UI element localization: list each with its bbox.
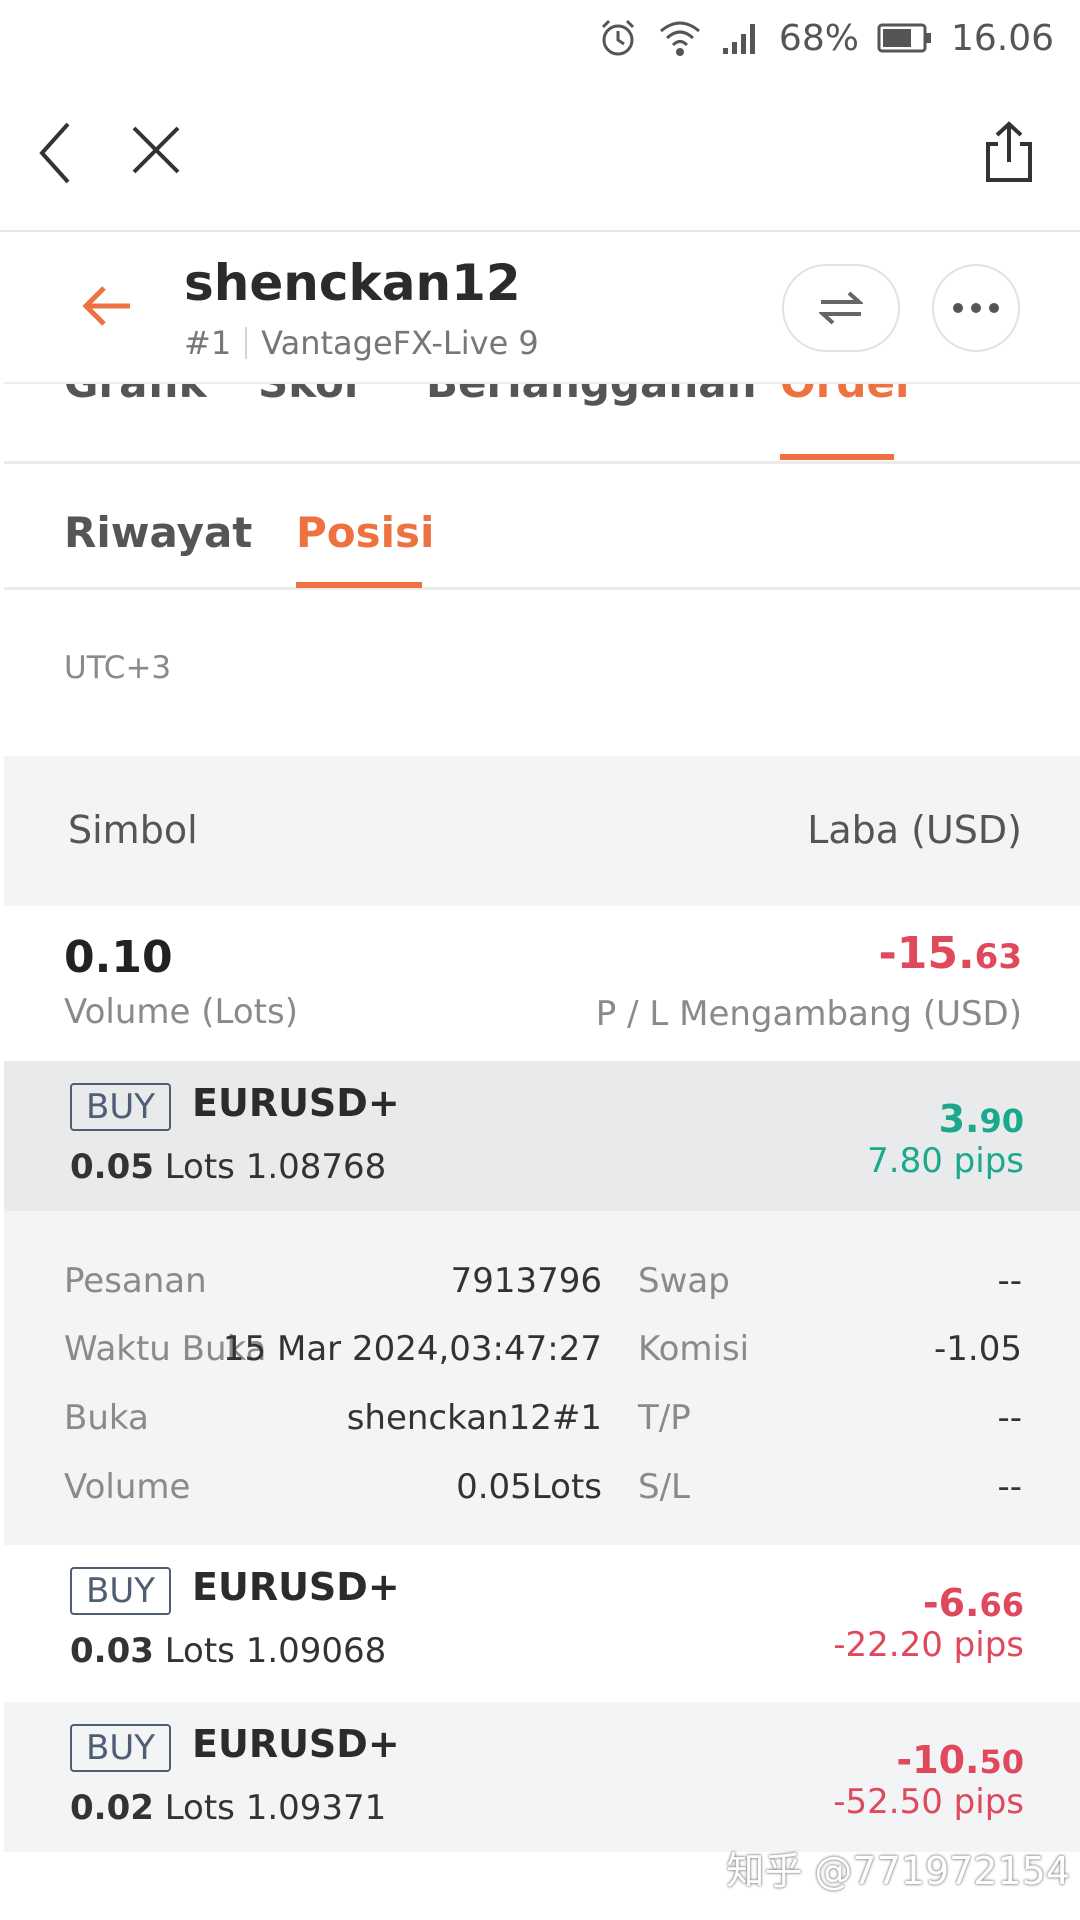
detail-value: --	[997, 1467, 1022, 1507]
position-profit: -10.50	[896, 1738, 1024, 1782]
wifi-icon	[657, 17, 703, 59]
main-tabs: Grafik Skor Berlangganan Order	[4, 384, 1080, 464]
sub-tabs: Riwayat Posisi	[4, 464, 1080, 590]
detail-value: -1.05	[934, 1329, 1022, 1369]
profit-main: -6.	[922, 1581, 980, 1625]
more-button[interactable]	[932, 264, 1020, 352]
floating-pl-decimals: 63	[974, 937, 1022, 977]
detail-label: T/P	[638, 1398, 691, 1438]
position-pips: 7.80 pips	[867, 1141, 1024, 1181]
switch-button[interactable]	[782, 264, 900, 352]
side-badge: BUY	[70, 1724, 171, 1772]
trader-rank: #1	[184, 324, 232, 362]
share-icon[interactable]	[982, 120, 1036, 188]
browser-nav-bar	[0, 76, 1080, 232]
clock: 16.06	[950, 17, 1054, 59]
battery-percent: 68%	[778, 17, 859, 59]
position-profit: 3.90	[939, 1097, 1024, 1141]
position-pips: -52.50 pips	[833, 1782, 1024, 1822]
lots-word: Lots	[164, 1147, 235, 1187]
trader-header: shenckan12 #1 VantageFX-Live 9	[4, 232, 1080, 384]
swap-arrows-icon	[819, 291, 863, 325]
detail-value: 15 Mar 2024,03:47:27	[222, 1329, 602, 1369]
lots-word: Lots	[164, 1631, 235, 1671]
trader-name: shenckan12	[184, 254, 521, 312]
detail-label: Volume	[64, 1467, 191, 1507]
profit-decimals: 50	[979, 1743, 1024, 1781]
tab-posisi[interactable]: Posisi	[296, 508, 434, 557]
tab-order-underline	[780, 454, 894, 460]
back-icon[interactable]	[36, 120, 76, 190]
total-volume-label: Volume (Lots)	[64, 992, 298, 1032]
table-header: Simbol Laba (USD)	[4, 756, 1080, 906]
detail-label: Pesanan	[64, 1261, 207, 1301]
detail-label: S/L	[638, 1467, 690, 1507]
watermark: 知乎 @771972154	[726, 1849, 1070, 1893]
position-detail: Pesanan 7913796 Swap -- Waktu Buka 15 Ma…	[4, 1211, 1080, 1545]
position-row[interactable]: BUY EURUSD+ 0.05 Lots 1.08768 3.90 7.80 …	[4, 1061, 1080, 1211]
position-lots: 0.02 Lots 1.09371	[70, 1788, 386, 1828]
alarm-icon	[597, 17, 639, 59]
tab-riwayat[interactable]: Riwayat	[64, 508, 252, 557]
floating-pl-main: -15.	[878, 928, 975, 979]
divider	[245, 327, 248, 359]
position-row[interactable]: BUY EURUSD+ 0.03 Lots 1.09068 -6.66 -22.…	[4, 1545, 1080, 1695]
main-content: shenckan12 #1 VantageFX-Live 9 Grafik Sk…	[4, 232, 1080, 1920]
position-symbol: EURUSD+	[192, 1722, 400, 1766]
side-badge: BUY	[70, 1567, 171, 1615]
detail-row: Volume 0.05Lots S/L --	[4, 1467, 1080, 1527]
floating-pl: -15.63	[878, 928, 1022, 979]
tab-skor[interactable]: Skor	[258, 384, 365, 407]
more-dots-icon	[953, 303, 999, 313]
position-lots: 0.05 Lots 1.08768	[70, 1147, 386, 1187]
detail-value: --	[997, 1261, 1022, 1301]
profit-decimals: 90	[979, 1102, 1024, 1140]
position-pips: -22.20 pips	[833, 1625, 1024, 1665]
open-price: 1.08768	[245, 1147, 387, 1187]
status-bar: 68% 16.06	[0, 0, 1080, 76]
timezone-label: UTC+3	[64, 650, 172, 686]
lots-value: 0.02	[70, 1788, 154, 1828]
detail-label: Swap	[638, 1261, 730, 1301]
detail-row: Waktu Buka 15 Mar 2024,03:47:27 Komisi -…	[4, 1329, 1080, 1389]
side-badge: BUY	[70, 1083, 171, 1131]
signal-icon	[721, 20, 761, 56]
detail-row: Pesanan 7913796 Swap --	[4, 1261, 1080, 1321]
profit-decimals: 66	[979, 1586, 1024, 1624]
position-symbol: EURUSD+	[192, 1565, 400, 1609]
trader-subtitle: #1 VantageFX-Live 9	[184, 324, 539, 362]
tab-posisi-underline	[296, 582, 422, 588]
open-price: 1.09371	[245, 1788, 387, 1828]
column-symbol: Simbol	[68, 808, 198, 852]
tab-grafik[interactable]: Grafik	[64, 384, 207, 407]
detail-value: --	[997, 1398, 1022, 1438]
profit-main: 3.	[938, 1097, 980, 1141]
detail-value: shenckan12#1	[346, 1398, 602, 1438]
battery-icon	[877, 22, 933, 54]
lots-value: 0.05	[70, 1147, 154, 1187]
position-symbol: EURUSD+	[192, 1081, 400, 1125]
detail-label: Buka	[64, 1398, 149, 1438]
lots-word: Lots	[164, 1788, 235, 1828]
trader-server: VantageFX-Live 9	[261, 324, 539, 362]
detail-row: Buka shenckan12#1 T/P --	[4, 1398, 1080, 1458]
detail-value: 7913796	[450, 1261, 602, 1301]
detail-label: Komisi	[638, 1329, 750, 1369]
tab-order[interactable]: Order	[780, 384, 916, 407]
position-row[interactable]: BUY EURUSD+ 0.02 Lots 1.09371 -10.50 -52…	[4, 1702, 1080, 1852]
back-arrow-icon[interactable]	[78, 282, 134, 334]
summary-row: 0.10 Volume (Lots) -15.63 P / L Mengamba…	[4, 906, 1080, 1061]
close-icon[interactable]	[128, 122, 184, 182]
total-volume: 0.10	[64, 932, 173, 983]
lots-value: 0.03	[70, 1631, 154, 1671]
position-lots: 0.03 Lots 1.09068	[70, 1631, 386, 1671]
detail-value: 0.05Lots	[456, 1467, 602, 1507]
open-price: 1.09068	[245, 1631, 387, 1671]
floating-pl-label: P / L Mengambang (USD)	[595, 994, 1022, 1034]
tab-berlangganan[interactable]: Berlangganan	[426, 384, 756, 407]
profit-main: -10.	[896, 1738, 980, 1782]
column-profit: Laba (USD)	[807, 808, 1022, 852]
position-profit: -6.66	[923, 1581, 1024, 1625]
